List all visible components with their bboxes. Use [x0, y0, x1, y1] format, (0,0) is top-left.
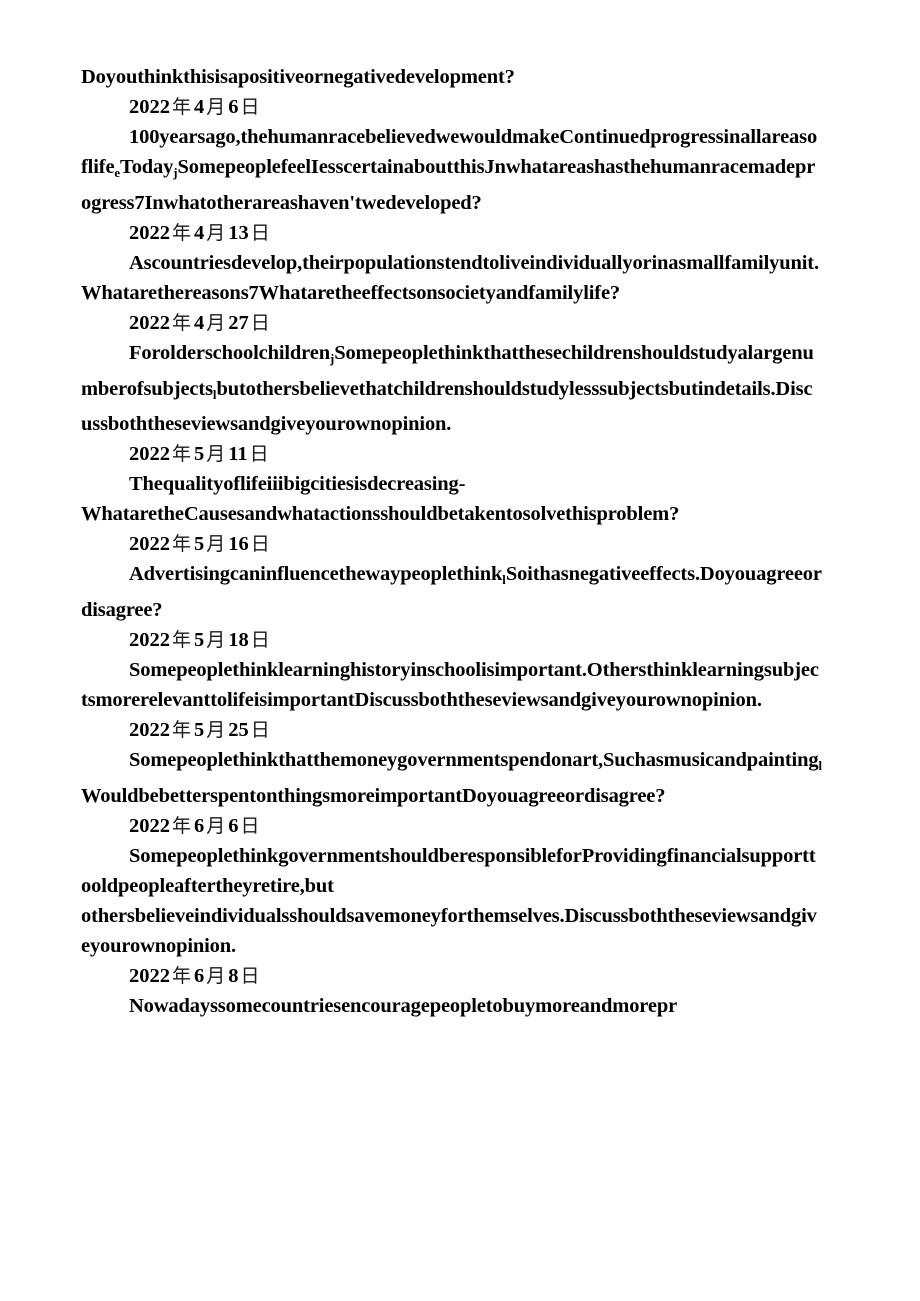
date-year-label: 年 [172, 221, 192, 244]
date-day: 18 [228, 629, 249, 652]
date-day-label: 日 [240, 96, 260, 118]
date-day: 13 [228, 221, 249, 244]
prompt-text: Somepeoplethinkgovernmentshouldberespons… [81, 845, 816, 898]
essay-prompt: Nowadayssomecountriesencouragepeopletobu… [81, 991, 823, 1021]
date-line: 2022 年 6 月 6 日 [81, 811, 823, 841]
prompt-text: Ascountriesdevelop,theirpopulationstendt… [81, 251, 819, 304]
prompt-text: Today [120, 156, 174, 178]
date-year-label: 年 [172, 311, 192, 334]
date-line: 2022 年 5 月 16 日 [81, 529, 823, 559]
date-day: 6 [228, 815, 239, 838]
essay-prompt: Advertisingcaninfluencethewaypeoplethink… [81, 559, 823, 625]
date-month: 4 [194, 96, 205, 118]
date-month-label: 月 [206, 629, 226, 652]
date-day-label: 日 [250, 221, 270, 244]
prompt-text: Nowadayssomecountriesencouragepeopletobu… [129, 995, 678, 1018]
essay-prompt: Somepeoplethinkgovernmentshouldberespons… [81, 841, 823, 961]
prompt-text: Somepeoplethinkthatthemoneygovernmentspe… [129, 749, 819, 772]
date-line: 2022 年 4 月 27 日 [81, 308, 823, 338]
essay-prompt: Somepeoplethinkthatthemoneygovernmentspe… [81, 745, 823, 811]
date-year-label: 年 [172, 965, 192, 988]
date-day-label: 日 [249, 443, 269, 466]
date-year: 2022 [129, 719, 170, 742]
date-year: 2022 [129, 533, 170, 556]
date-line: 2022 年 4 月 13 日 [81, 218, 823, 248]
date-month-label: 月 [206, 719, 226, 742]
date-day: 25 [228, 719, 249, 742]
date-year-label: 年 [172, 533, 192, 556]
date-month: 6 [194, 965, 205, 988]
date-month-label: 月 [206, 96, 226, 118]
prompt-text: WouldbebetterspentonthingsmoreimportantD… [81, 785, 666, 808]
date-line: 2022 年 6 月 8 日 [81, 961, 823, 991]
date-month-label: 月 [206, 815, 226, 838]
date-year-label: 年 [172, 815, 192, 838]
date-day-label: 日 [250, 311, 270, 334]
date-month: 5 [194, 719, 205, 742]
document-body: Doyouthinkthisisapositiveornegativedevel… [81, 62, 823, 1021]
essay-prompt: ForolderschoolchildrenjSomepeoplethinkth… [81, 338, 823, 440]
date-month-label: 月 [206, 533, 226, 556]
date-day: 27 [228, 311, 249, 334]
essay-prompt: Doyouthinkthisisapositiveornegativedevel… [81, 62, 823, 92]
date-day: 11 [228, 443, 248, 466]
date-year-label: 年 [172, 719, 192, 742]
date-line: 2022 年 5 月 11 日 [81, 439, 823, 469]
date-year: 2022 [129, 815, 170, 838]
date-month-label: 月 [206, 221, 226, 244]
date-line: 2022 年 5 月 25 日 [81, 715, 823, 745]
date-month: 4 [194, 311, 205, 334]
date-year: 2022 [129, 96, 170, 118]
date-month-label: 月 [206, 311, 226, 334]
date-day-label: 日 [250, 629, 270, 652]
date-month: 5 [194, 533, 205, 556]
date-year-label: 年 [172, 96, 192, 118]
date-day-label: 日 [250, 719, 270, 742]
date-year: 2022 [129, 311, 170, 334]
date-day-label: 日 [250, 533, 270, 556]
date-month: 6 [194, 815, 205, 838]
date-day: 6 [228, 96, 239, 118]
date-day: 8 [228, 965, 239, 988]
prompt-text: Thequalityoflifeiiibigcitiesisdecreasing… [129, 473, 466, 496]
date-month-label: 月 [206, 443, 226, 466]
date-month: 4 [194, 221, 205, 244]
document-page: Doyouthinkthisisapositiveornegativedevel… [0, 0, 920, 1301]
prompt-text: SomepeoplefeelIesscertainaboutthisJnwhat… [81, 156, 816, 214]
date-line: 2022 年 4 月 6 日 [81, 92, 823, 122]
prompt-text: Doyouthinkthisisapositiveornegativedevel… [81, 66, 515, 88]
essay-prompt: Ascountriesdevelop,theirpopulationstendt… [81, 248, 823, 308]
prompt-text: Somepeoplethinklearninghistoryinschoolis… [81, 659, 819, 712]
prompt-text: Forolderschoolchildren [129, 341, 330, 364]
date-month-label: 月 [206, 965, 226, 988]
prompt-text: othersbelieveindividualsshouldsavemoneyf… [81, 905, 817, 958]
date-year: 2022 [129, 443, 170, 466]
date-year-label: 年 [172, 629, 192, 652]
date-month: 5 [194, 629, 205, 652]
essay-prompt: Somepeoplethinklearninghistoryinschoolis… [81, 655, 823, 715]
date-day-label: 日 [240, 965, 260, 988]
essay-prompt: 100yearsago,thehumanracebelievedwewouldm… [81, 122, 823, 218]
date-year: 2022 [129, 629, 170, 652]
date-day-label: 日 [240, 815, 260, 838]
date-year-label: 年 [172, 443, 192, 466]
date-month: 5 [194, 443, 205, 466]
prompt-text: WhataretheCausesandwhatactionsshouldbeta… [81, 503, 680, 526]
date-day: 16 [228, 533, 249, 556]
date-year: 2022 [129, 221, 170, 244]
essay-prompt: Thequalityoflifeiiibigcitiesisdecreasing… [81, 469, 823, 529]
stray-subscript-glyph: l [818, 759, 822, 774]
date-line: 2022 年 5 月 18 日 [81, 625, 823, 655]
date-year: 2022 [129, 965, 170, 988]
prompt-text: Advertisingcaninfluencethewaypeoplethink [129, 563, 503, 586]
